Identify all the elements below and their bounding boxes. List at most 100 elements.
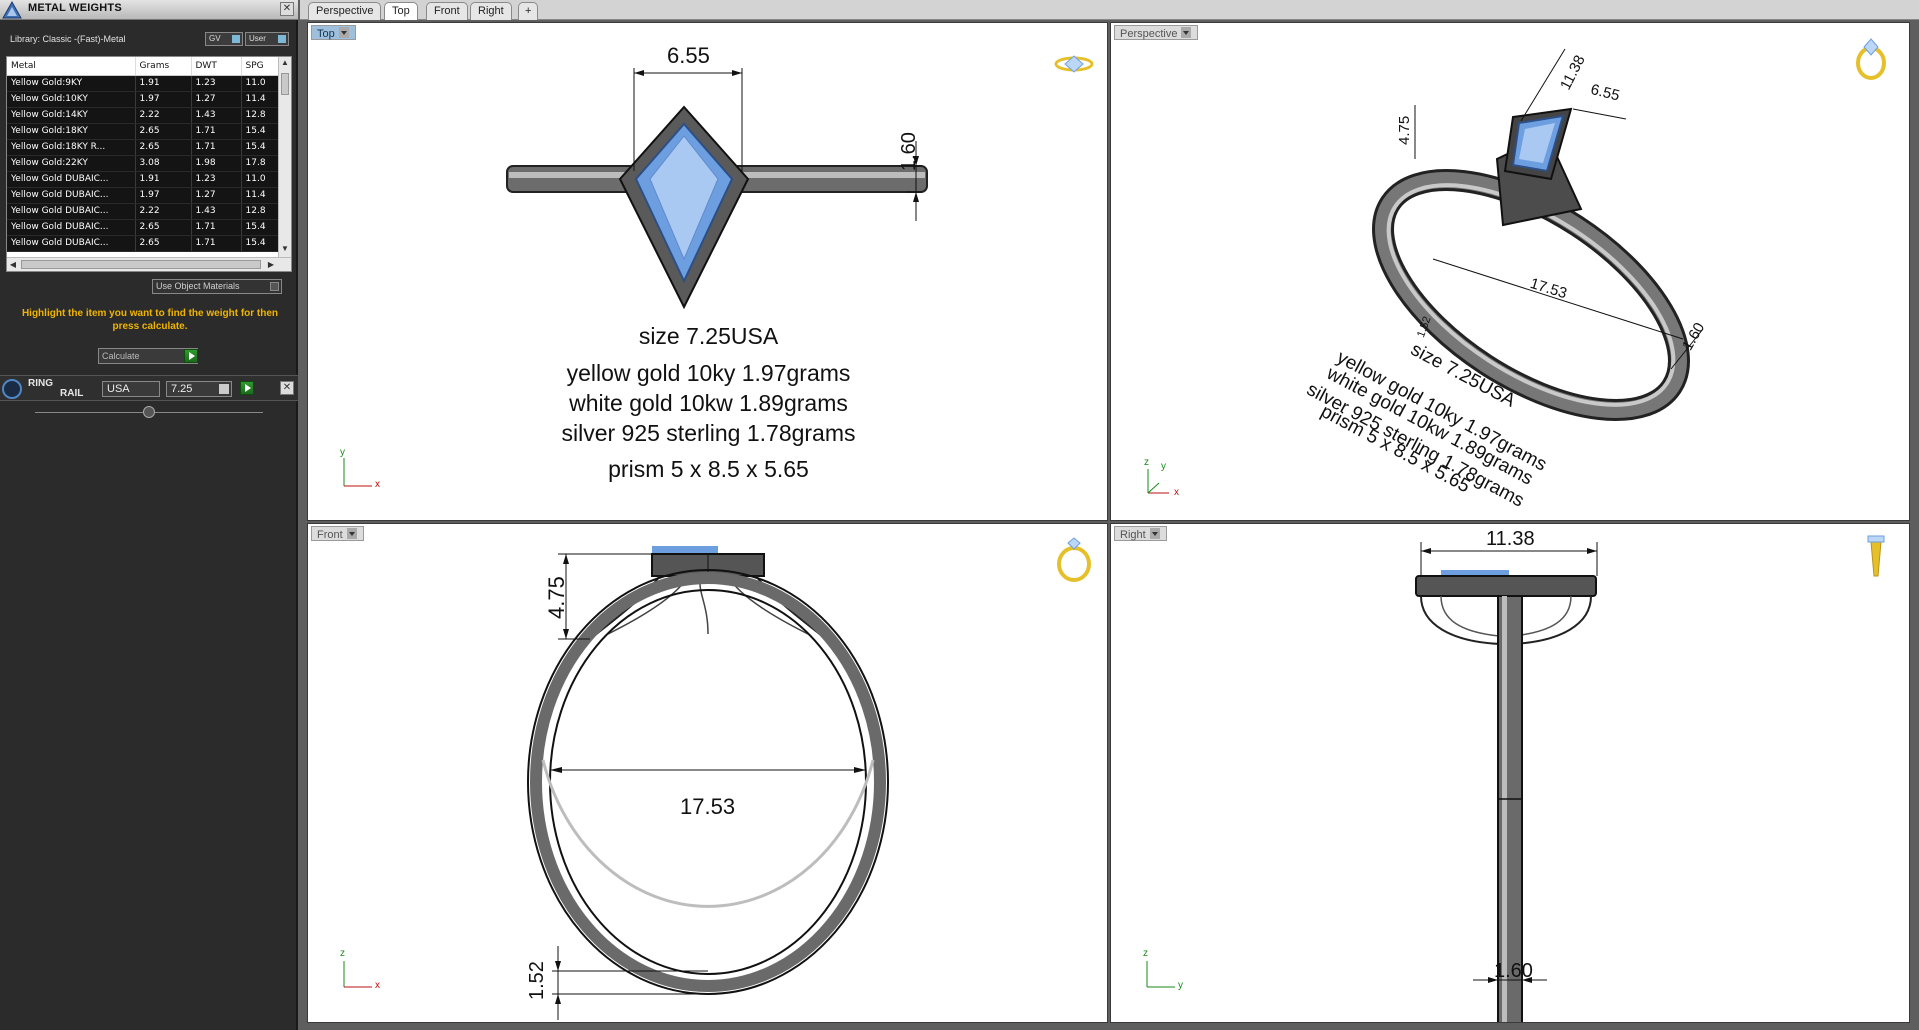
metal-name-cell[interactable]: Yellow Gold:22KY — [7, 155, 136, 172]
metal-name-cell[interactable]: Yellow Gold:14KY — [7, 107, 136, 124]
table-horizontal-scrollbar[interactable]: ◀ ▶ — [7, 257, 291, 271]
metal-name-cell[interactable]: Yellow Gold DUBAIC... — [7, 235, 136, 252]
table-row[interactable]: Yellow Gold:14KY 2.22 1.43 12.8 — [7, 107, 280, 124]
table-row[interactable]: Yellow Gold:18KY R... 2.65 1.71 15.4 — [7, 139, 280, 156]
viewport-top-label[interactable]: Top — [311, 25, 356, 40]
add-tab-button[interactable]: + — [518, 2, 539, 20]
table-row[interactable]: Yellow Gold DUBAIC... 1.97 1.27 11.4 — [7, 187, 280, 204]
metal-weights-panel: METAL WEIGHTS ✕ Library: Classic -(Fast)… — [0, 0, 298, 1030]
metal-name-cell[interactable]: Yellow Gold:18KY — [7, 123, 136, 140]
column-header-spg[interactable]: SPG — [241, 57, 280, 76]
tab-top[interactable]: Top — [384, 2, 418, 20]
close-ring-rail-button[interactable]: ✕ — [280, 381, 294, 395]
metal-name-cell[interactable]: Yellow Gold:10KY — [7, 91, 136, 108]
grams-cell[interactable]: 2.65 — [135, 123, 192, 140]
viewport-right[interactable]: Right 11.38 1.60 z y — [1110, 523, 1910, 1023]
dwt-cell[interactable]: 1.43 — [191, 203, 242, 220]
viewport-front-label[interactable]: Front — [311, 526, 364, 541]
dwt-cell[interactable]: 1.71 — [191, 235, 242, 252]
close-panel-button[interactable]: ✕ — [280, 2, 294, 16]
table-vertical-scrollbar[interactable]: ▲ ▼ — [278, 57, 291, 257]
column-header-dwt[interactable]: DWT — [191, 57, 242, 76]
table-row[interactable]: Yellow Gold DUBAIC... 2.65 1.71 15.4 — [7, 235, 280, 252]
spg-cell[interactable]: 12.8 — [241, 203, 280, 220]
metal-name-cell[interactable]: Yellow Gold:18KY R... — [7, 139, 136, 156]
chevron-down-icon[interactable] — [1149, 528, 1160, 539]
chevron-down-icon[interactable] — [346, 528, 357, 539]
use-object-materials-checkbox[interactable]: Use Object Materials — [152, 279, 282, 294]
ring-rail-go-button[interactable] — [240, 381, 254, 395]
spg-cell[interactable]: 11.4 — [241, 187, 280, 204]
spg-cell[interactable]: 11.0 — [241, 171, 280, 188]
grams-cell[interactable]: 2.22 — [135, 107, 192, 124]
spg-cell[interactable]: 15.4 — [241, 139, 280, 156]
table-row[interactable]: Yellow Gold DUBAIC... 2.22 1.43 12.8 — [7, 203, 280, 220]
grams-cell[interactable]: 1.97 — [135, 91, 192, 108]
chevron-down-icon[interactable] — [338, 27, 349, 38]
metal-name-cell[interactable]: Yellow Gold DUBAIC... — [7, 187, 136, 204]
viewport-perspective[interactable]: Perspective 11.38 6.55 4.75 17.53 1.60 1… — [1110, 22, 1910, 521]
grams-cell[interactable]: 2.65 — [135, 139, 192, 156]
dim-width-label: 11.38 — [1486, 528, 1535, 550]
scroll-left-icon[interactable]: ◀ — [7, 258, 19, 271]
ring-rail-slider-handle[interactable] — [143, 406, 155, 418]
grams-cell[interactable]: 2.22 — [135, 203, 192, 220]
table-row[interactable]: Yellow Gold:22KY 3.08 1.98 17.8 — [7, 155, 280, 172]
metal-name-cell[interactable]: Yellow Gold DUBAIC... — [7, 219, 136, 236]
horizontal-scroll-thumb[interactable] — [21, 260, 261, 269]
tab-front[interactable]: Front — [426, 2, 468, 20]
column-header-metal[interactable]: Metal — [7, 57, 136, 76]
table-row[interactable]: Yellow Gold:18KY 2.65 1.71 15.4 — [7, 123, 280, 140]
spg-cell[interactable]: 15.4 — [241, 235, 280, 252]
spg-cell[interactable]: 15.4 — [241, 123, 280, 140]
dwt-cell[interactable]: 1.23 — [191, 75, 242, 92]
spg-cell[interactable]: 17.8 — [241, 155, 280, 172]
calculate-field[interactable]: Calculate — [98, 348, 198, 364]
grams-cell[interactable]: 1.97 — [135, 187, 192, 204]
dwt-cell[interactable]: 1.71 — [191, 123, 242, 140]
spg-cell[interactable]: 12.8 — [241, 107, 280, 124]
dwt-cell[interactable]: 1.27 — [191, 187, 242, 204]
grams-cell[interactable]: 1.91 — [135, 171, 192, 188]
chevron-down-icon[interactable] — [219, 384, 229, 394]
chevron-down-icon[interactable] — [1181, 27, 1192, 38]
scroll-right-icon[interactable]: ▶ — [265, 258, 277, 271]
grams-cell[interactable]: 2.65 — [135, 219, 192, 236]
scroll-down-icon[interactable]: ▼ — [279, 243, 291, 255]
ring-standard-select[interactable]: USA — [102, 381, 160, 397]
dimension-arrow — [732, 70, 742, 76]
dwt-cell[interactable]: 1.71 — [191, 139, 242, 156]
viewport-front[interactable]: Front 4.75 17.53 1.52 z x — [307, 523, 1108, 1023]
grams-cell[interactable]: 3.08 — [135, 155, 192, 172]
checkbox-icon[interactable] — [270, 282, 279, 291]
scroll-up-icon[interactable]: ▲ — [279, 57, 291, 69]
viewport-top[interactable]: Top 6.55 1.60 size 7.25USA yellow gold 1… — [307, 22, 1108, 521]
dwt-cell[interactable]: 1.27 — [191, 91, 242, 108]
column-header-grams[interactable]: Grams — [135, 57, 192, 76]
table-row[interactable]: Yellow Gold:9KY 1.91 1.23 11.0 — [7, 75, 280, 92]
metal-name-cell[interactable]: Yellow Gold:9KY — [7, 75, 136, 92]
grams-cell[interactable]: 1.91 — [135, 75, 192, 92]
table-row[interactable]: Yellow Gold:10KY 1.97 1.27 11.4 — [7, 91, 280, 108]
spg-cell[interactable]: 15.4 — [241, 219, 280, 236]
metal-name-cell[interactable]: Yellow Gold DUBAIC... — [7, 203, 136, 220]
vertical-scroll-thumb[interactable] — [281, 73, 289, 95]
metal-name-cell[interactable]: Yellow Gold DUBAIC... — [7, 171, 136, 188]
viewport-right-label[interactable]: Right — [1114, 526, 1167, 541]
spg-cell[interactable]: 11.4 — [241, 91, 280, 108]
dwt-cell[interactable]: 1.98 — [191, 155, 242, 172]
user-toggle-button[interactable]: User — [245, 32, 289, 46]
dwt-cell[interactable]: 1.71 — [191, 219, 242, 236]
dwt-cell[interactable]: 1.23 — [191, 171, 242, 188]
gv-toggle-button[interactable]: GV — [205, 32, 243, 46]
tab-perspective[interactable]: Perspective — [308, 2, 382, 20]
tab-right[interactable]: Right — [470, 2, 512, 20]
ring-size-select[interactable]: 7.25 — [166, 381, 232, 397]
table-row[interactable]: Yellow Gold DUBAIC... 1.91 1.23 11.0 — [7, 171, 280, 188]
calculate-button[interactable] — [184, 349, 198, 363]
dwt-cell[interactable]: 1.43 — [191, 107, 242, 124]
viewport-perspective-label[interactable]: Perspective — [1114, 25, 1199, 40]
grams-cell[interactable]: 2.65 — [135, 235, 192, 252]
spg-cell[interactable]: 11.0 — [241, 75, 280, 92]
table-row[interactable]: Yellow Gold DUBAIC... 2.65 1.71 15.4 — [7, 219, 280, 236]
